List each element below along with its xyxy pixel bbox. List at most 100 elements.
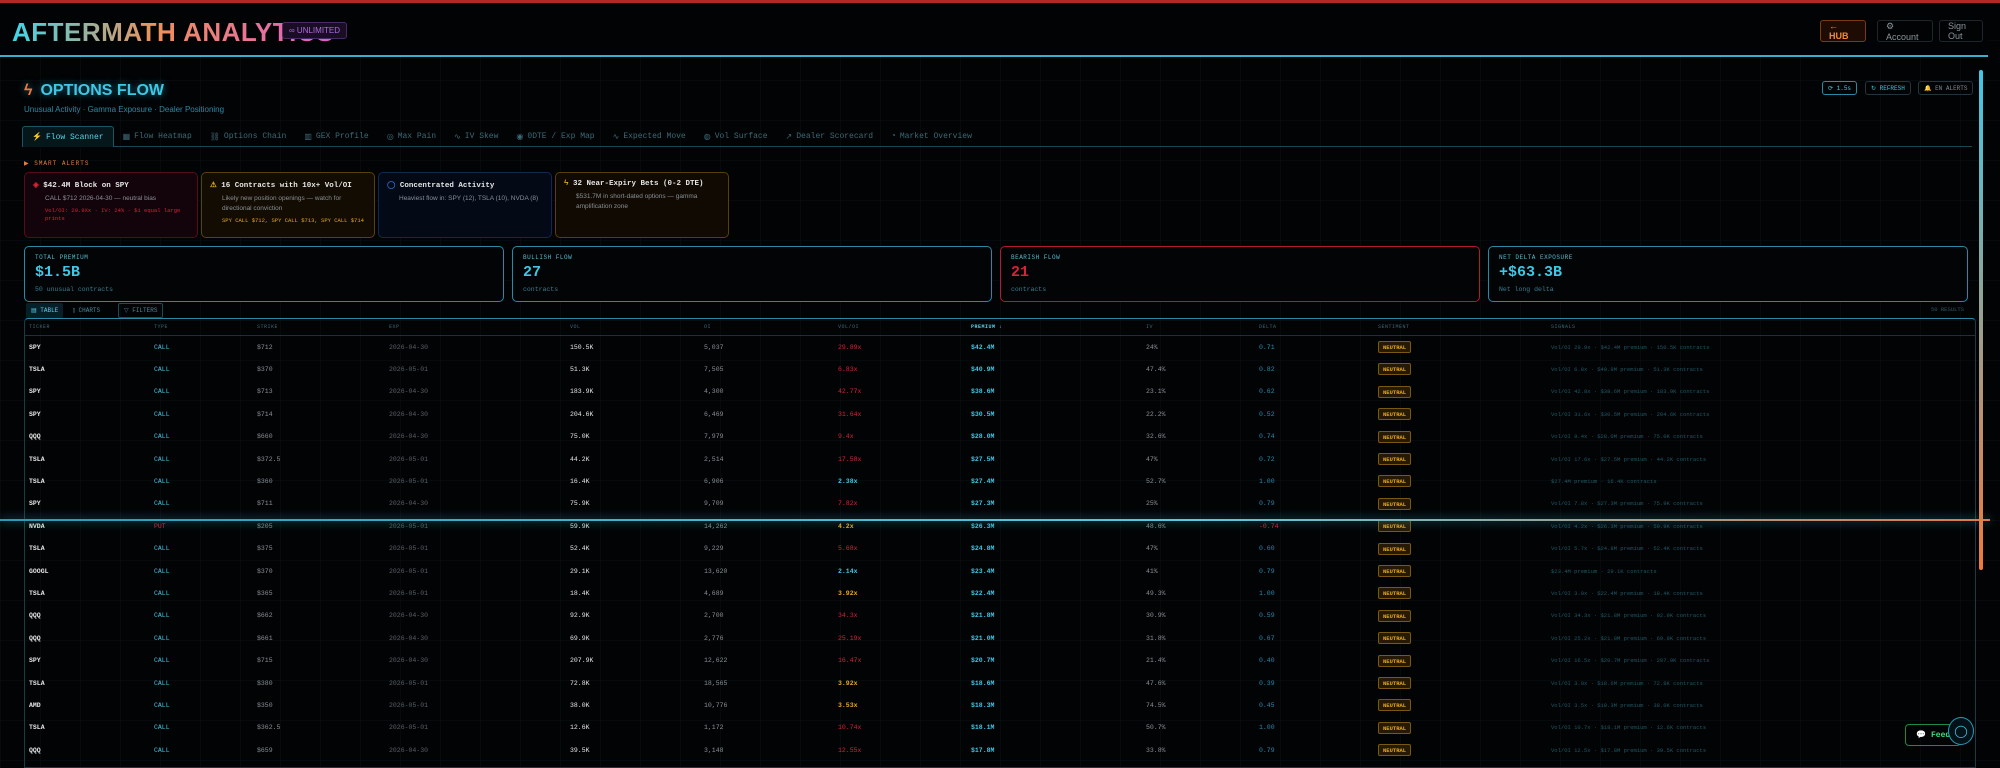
cell-exp: 2026-05-01 (389, 477, 429, 485)
cell-vol: 75.0K (570, 433, 590, 441)
table-row[interactable]: TSLA CALL $370 2026-05-01 51.3K 7,505 6.83x $40… (25, 358, 1975, 380)
tab-iv-skew[interactable]: ∿ IV Skew (445, 126, 507, 147)
tab-label: Market Overview (899, 132, 972, 141)
table-row[interactable]: TSLA CALL $380 2026-05-01 72.8K 18,565 3.92x $1… (25, 672, 1975, 694)
cell-vol: 59.9K (570, 522, 590, 530)
tab-0dte-exp-map[interactable]: ◉ 0DTE / Exp Map (507, 126, 603, 147)
sign-out-button[interactable]: Sign Out (1939, 20, 1983, 42)
table-row[interactable]: AMD CALL $350 2026-05-01 38.0K 10,776 3.53x $18… (25, 694, 1975, 716)
cell-oi: 12,622 (704, 657, 728, 665)
table-row[interactable]: SPY CALL $715 2026-04-30 207.9K 12,622 16.47x $… (25, 650, 1975, 672)
table-view-button[interactable]: ▤ TABLE (26, 303, 64, 318)
tab-flow-heatmap[interactable]: ▦ Flow Heatmap (114, 126, 201, 147)
tab-label: Expected Move (623, 132, 686, 141)
cell-ticker: SPY (29, 343, 41, 351)
tab-label: Max Pain (397, 132, 437, 141)
tab-icon: ▥ (304, 132, 312, 142)
tab-icon: ⛓ (209, 132, 220, 142)
column-header[interactable]: OI (704, 319, 711, 335)
table-row[interactable]: SPY CALL $711 2026-04-30 75.9K 9,709 7.82x $27.… (25, 493, 1975, 515)
cell-vol: 29.1K (570, 567, 590, 575)
alert-card[interactable]: ◯ Concentrated Activity Heaviest flow in:… (378, 172, 552, 238)
table-row[interactable]: TSLA CALL $365 2026-05-01 18.4K 4,689 3.92x $22… (25, 582, 1975, 604)
charts-view-button[interactable]: ⫾ CHARTS (68, 303, 105, 318)
sentiment-badge: NEUTRAL (1378, 408, 1412, 421)
tab-label: IV Skew (464, 132, 499, 141)
cell-oi: 4,300 (704, 388, 724, 396)
stat-card: TOTAL PREMIUM $1.5B 50 unusual contracts (24, 246, 504, 302)
column-header[interactable]: VOL/OI (838, 319, 859, 335)
cell-exp: 2026-04-30 (389, 433, 429, 441)
cell-vol: 69.9K (570, 634, 590, 642)
alert-title: 16 Contracts with 10x+ Vol/OI (221, 182, 352, 190)
column-header[interactable]: SENTIMENT (1378, 319, 1410, 335)
stat-sub: contracts (523, 286, 559, 293)
cell-signals: Vol/OI 29.9x · $42.4M premium · 150.5K c… (1551, 343, 1710, 351)
table-row[interactable]: SPY CALL $712 2026-04-30 150.5K 5,037 29.89x $4… (25, 336, 1975, 358)
table-row[interactable]: TSLA CALL $362.5 2026-05-01 12.6K 1,172 10.74x… (25, 717, 1975, 739)
cell-strike: $712 (257, 343, 273, 351)
chat-icon[interactable]: ◯ (1948, 717, 1974, 745)
column-header[interactable]: IV (1146, 319, 1153, 335)
alert-card[interactable]: ϟ 32 Near-Expiry Bets (0-2 DTE) $531.7M i… (555, 172, 729, 238)
hub-button[interactable]: ← HUB (1820, 20, 1866, 42)
tab-expected-move[interactable]: ∿ Expected Move (604, 126, 695, 147)
table-row[interactable]: QQQ CALL $662 2026-04-30 92.9K 2,700 34.3x $21.… (25, 605, 1975, 627)
alert-icon: ◯ (387, 182, 396, 190)
table-row[interactable]: QQQ CALL $659 2026-04-30 39.5K 3,148 12.55x $17… (25, 739, 1975, 761)
column-header[interactable]: DELTA (1259, 319, 1277, 335)
table-row[interactable]: GOOGL CALL $370 2026-05-01 29.1K 13,620 2.14x $… (25, 560, 1975, 582)
table-row[interactable]: QQQ CALL $660 2026-04-30 75.0K 7,979 9.4x $28.0… (25, 426, 1975, 448)
column-header[interactable]: STRIKE (257, 319, 278, 335)
column-header[interactable]: TYPE (154, 319, 168, 335)
scrollbar[interactable] (1979, 70, 1983, 570)
tab-options-chain[interactable]: ⛓ Options Chain (201, 126, 296, 147)
cell-strike: $372.5 (257, 455, 281, 463)
tab-vol-surface[interactable]: ◍ Vol Surface (695, 126, 777, 147)
column-header[interactable]: EXP (389, 319, 400, 335)
cell-vol-oi: 10.74x (838, 724, 862, 732)
alert-title: 32 Near-Expiry Bets (0-2 DTE) (573, 180, 704, 188)
table-row[interactable]: TSLA CALL $375 2026-05-01 52.4K 9,229 5.68x $24… (25, 538, 1975, 560)
cell-strike: $380 (257, 679, 273, 687)
smart-alerts-label: ▶ SMART ALERTS (24, 160, 90, 167)
refresh-rate-button[interactable]: ⟳ 1.5s (1822, 81, 1858, 95)
page-title: ϟ OPTIONS FLOW (24, 82, 164, 100)
cell-vol-oi: 4.2x (838, 522, 854, 530)
tab-flow-scanner[interactable]: ⚡ Flow Scanner (22, 126, 114, 147)
cell-type: CALL (154, 433, 170, 441)
refresh-button[interactable]: ↻ REFRESH (1865, 81, 1911, 95)
cell-iv: 22.2% (1146, 410, 1166, 418)
cell-iv: 24% (1146, 343, 1158, 351)
alert-card[interactable]: ⚠ 16 Contracts with 10x+ Vol/OI Likely ne… (201, 172, 375, 238)
lightning-icon: ϟ (24, 82, 33, 99)
table-row[interactable]: QQQ CALL $661 2026-04-30 69.9K 2,776 25.19x $21… (25, 627, 1975, 649)
column-header[interactable]: PREMIUM ↓ (971, 319, 1003, 335)
cell-strike: $375 (257, 545, 273, 553)
cell-vol: 44.2K (570, 455, 590, 463)
tab-icon: ⚡ (32, 133, 42, 142)
cell-ticker: TSLA (29, 724, 45, 732)
tab-market-overview[interactable]: ◔ Market Overview (882, 126, 981, 147)
table-row[interactable]: SPY CALL $713 2026-04-30 183.9K 4,300 42.77x $3… (25, 381, 1975, 403)
column-header[interactable]: VOL (570, 319, 581, 335)
table-row[interactable]: TSLA CALL $372.5 2026-05-01 44.2K 2,514 17.58x… (25, 448, 1975, 470)
tab-max-pain[interactable]: ◎ Max Pain (378, 126, 445, 147)
cell-signals: Vol/OI 12.5x · $17.8M premium · 39.5K co… (1551, 746, 1707, 754)
sentiment-badge: NEUTRAL (1378, 609, 1412, 622)
table-row[interactable]: SPY CALL $714 2026-04-30 204.6K 6,469 31.64x $3… (25, 403, 1975, 425)
account-button[interactable]: ⚙ Account (1877, 20, 1933, 42)
tab-gex-profile[interactable]: ▥ GEX Profile (295, 126, 377, 147)
cell-vol-oi: 34.3x (838, 612, 858, 620)
table-row[interactable]: TSLA CALL $360 2026-05-01 16.4K 6,906 2.38x $27… (25, 470, 1975, 492)
alert-body: CALL $712 2026-04-30 — neutral bias (45, 195, 157, 202)
filters-button[interactable]: ▽ FILTERS (118, 303, 164, 318)
tab-dealer-scorecard[interactable]: ↗ Dealer Scorecard (777, 126, 883, 147)
stat-card: BULLISH FLOW 27 contracts (512, 246, 992, 302)
cell-oi: 4,689 (704, 589, 724, 597)
alert-card[interactable]: ◈ $42.4M Block on SPY CALL $712 2026-04-3… (24, 172, 198, 238)
column-header[interactable]: TICKER (29, 319, 50, 335)
cell-ticker: QQQ (29, 433, 41, 441)
alerts-button[interactable]: 🔔 EN ALERTS (1918, 81, 1974, 95)
column-header[interactable]: SIGNALS (1551, 319, 1576, 335)
